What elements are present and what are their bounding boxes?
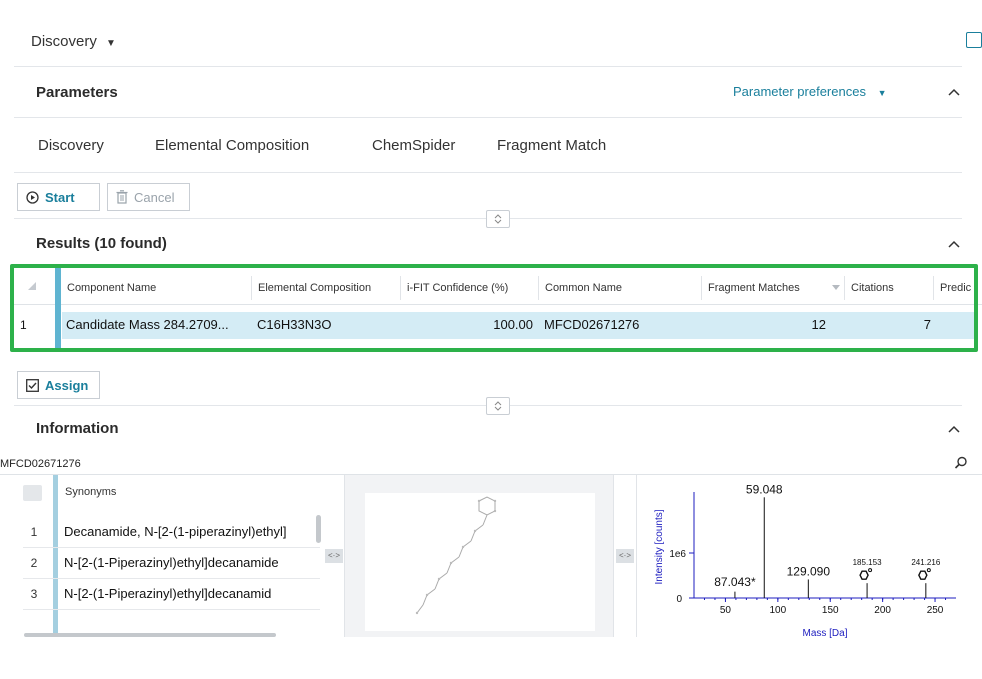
tab-elemental-composition[interactable]: Elemental Composition bbox=[155, 137, 309, 154]
list-item[interactable]: 1 Decanamide, N-[2-(1-piperazinyl)ethyl] bbox=[23, 517, 320, 548]
discovery-header[interactable]: Discovery ▼ bbox=[31, 33, 116, 50]
row-number: 1 bbox=[30, 525, 38, 539]
checkbox-checked-icon bbox=[26, 378, 39, 392]
tab-chemspider[interactable]: ChemSpider bbox=[372, 137, 455, 154]
synonym-text: N-[2-(1-Piperazinyl)ethyl]decanamid bbox=[64, 586, 272, 601]
cancel-button[interactable]: Cancel bbox=[107, 183, 190, 211]
divider bbox=[14, 172, 962, 173]
resize-icon bbox=[494, 401, 502, 411]
list-item[interactable]: 2 N-[2-(1-Piperazinyl)ethyl]decanamide bbox=[23, 548, 320, 579]
tab-fragment-match[interactable]: Fragment Match bbox=[497, 137, 606, 154]
expand-arrows-icon: <·> bbox=[616, 549, 634, 563]
x-axis-label: Mass [Da] bbox=[802, 628, 847, 639]
x-tick-label: 100 bbox=[769, 605, 786, 616]
structure-fragment-icon bbox=[859, 568, 873, 580]
peak-label: 185.153 bbox=[853, 558, 882, 567]
trash-icon bbox=[116, 190, 128, 204]
divider bbox=[14, 66, 962, 67]
collapse-information-button[interactable] bbox=[948, 421, 960, 436]
tab-discovery[interactable]: Discovery bbox=[38, 137, 104, 154]
peak-label: 241.216 bbox=[911, 558, 940, 567]
pane-splitter[interactable]: <·> bbox=[324, 475, 345, 637]
pane-splitter[interactable]: <·> bbox=[613, 475, 637, 637]
synonym-text: Decanamide, N-[2-(1-piperazinyl)ethyl] bbox=[64, 524, 287, 539]
assign-label: Assign bbox=[45, 377, 89, 393]
x-tick-label: 150 bbox=[822, 605, 839, 616]
structure-fragment-icon bbox=[918, 568, 931, 580]
assign-button[interactable]: Assign bbox=[17, 371, 100, 399]
parameters-title: Parameters bbox=[36, 84, 118, 101]
synonyms-header: Synonyms bbox=[65, 486, 117, 498]
x-tick-label: 250 bbox=[927, 605, 944, 616]
information-id: MFCD02671276 bbox=[0, 458, 81, 470]
h-scrollbar[interactable] bbox=[24, 633, 276, 637]
spectrum-chart: Intensity [counts] Mass [Da] 0 1e6 50 100… bbox=[654, 482, 956, 639]
chevron-down-icon: ▼ bbox=[106, 38, 116, 49]
chevron-down-icon: ▼ bbox=[877, 88, 887, 98]
molecule-structure bbox=[365, 493, 595, 631]
parameter-preferences-label: Parameter preferences bbox=[733, 84, 866, 99]
header-title: Discovery bbox=[31, 33, 97, 50]
y-tick-label: 1e6 bbox=[669, 549, 686, 560]
resize-icon bbox=[494, 214, 502, 224]
x-tick-label: 200 bbox=[874, 605, 891, 616]
collapse-results-button[interactable] bbox=[948, 236, 960, 251]
play-circle-icon bbox=[26, 190, 39, 204]
cancel-label: Cancel bbox=[134, 189, 175, 205]
expand-arrows-icon: <·> bbox=[325, 549, 343, 563]
synonyms-select-all[interactable] bbox=[23, 485, 42, 501]
divider bbox=[14, 117, 962, 118]
peak-label: 87.043* bbox=[714, 575, 756, 589]
list-item[interactable]: 3 N-[2-(1-Piperazinyl)ethyl]decanamid bbox=[23, 579, 320, 610]
search-icon[interactable] bbox=[954, 456, 968, 475]
splitter-handle[interactable] bbox=[486, 210, 510, 228]
peak-label: 129.090 bbox=[787, 564, 831, 578]
synonym-text: N-[2-(1-Piperazinyl)ethyl]decanamide bbox=[64, 555, 279, 570]
highlight-frame bbox=[10, 264, 978, 352]
molecule-icon bbox=[415, 496, 497, 615]
start-label: Start bbox=[45, 189, 75, 205]
y-tick-label: 0 bbox=[676, 594, 682, 605]
results-title: Results (10 found) bbox=[36, 235, 167, 252]
information-title: Information bbox=[36, 420, 119, 437]
start-button[interactable]: Start bbox=[17, 183, 100, 211]
panel-layout-icon[interactable] bbox=[966, 32, 982, 48]
row-number: 2 bbox=[30, 556, 38, 570]
structure-panel bbox=[345, 475, 613, 637]
peak-label: 59.048 bbox=[746, 482, 783, 496]
splitter-handle[interactable] bbox=[486, 397, 510, 415]
collapse-parameters-button[interactable] bbox=[948, 84, 960, 99]
parameter-preferences-dropdown[interactable]: Parameter preferences ▼ bbox=[733, 84, 887, 99]
row-number: 3 bbox=[30, 587, 38, 601]
y-axis-label: Intensity [counts] bbox=[654, 509, 665, 584]
x-tick-label: 50 bbox=[720, 605, 732, 616]
